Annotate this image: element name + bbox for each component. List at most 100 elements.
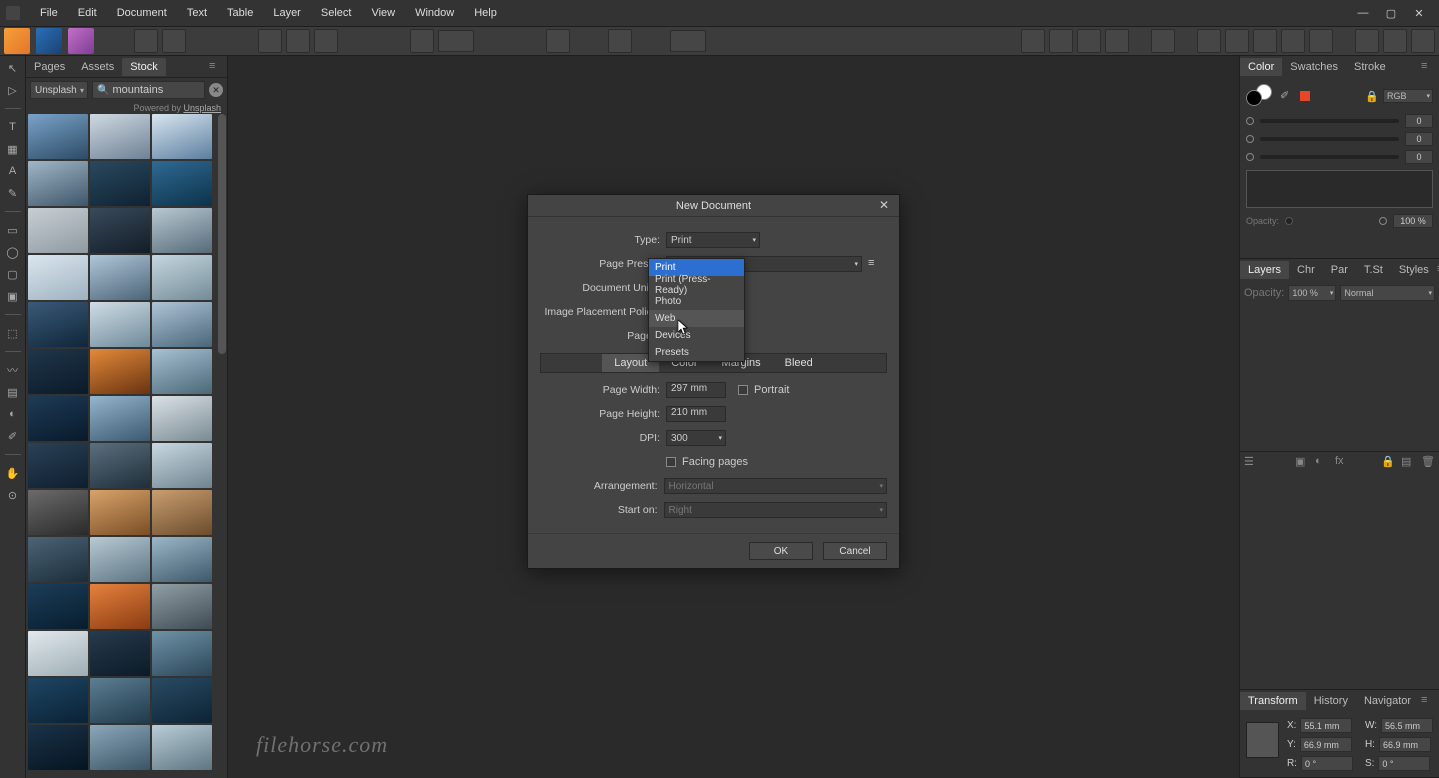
toolbar-button[interactable] xyxy=(286,29,310,53)
stock-thumbnail[interactable] xyxy=(28,725,88,770)
stock-thumbnail[interactable] xyxy=(152,161,212,206)
anchor-selector[interactable] xyxy=(1246,722,1279,758)
page-height-input[interactable]: 210 mm xyxy=(666,406,726,422)
stock-thumbnail[interactable] xyxy=(152,255,212,300)
color-tab-color[interactable]: Color xyxy=(1240,58,1282,76)
dropdown-option[interactable]: Devices xyxy=(649,327,744,344)
menu-edit[interactable]: Edit xyxy=(68,3,107,23)
toolbar-button[interactable] xyxy=(134,29,158,53)
dpi-select[interactable]: 300 xyxy=(666,430,726,446)
stock-thumbnail[interactable] xyxy=(152,725,212,770)
toolbar-button[interactable] xyxy=(1225,29,1249,53)
table-tool-icon[interactable]: ▦ xyxy=(5,141,21,157)
toolbar-button[interactable] xyxy=(1105,29,1129,53)
picture-frame-tool-icon[interactable]: ▣ xyxy=(5,288,21,304)
stock-thumbnail[interactable] xyxy=(28,302,88,347)
dialog-titlebar[interactable]: New Document ✕ xyxy=(528,195,899,217)
stock-thumbnail[interactable] xyxy=(28,490,88,535)
eyedropper-tool-icon[interactable]: ✐ xyxy=(5,428,21,444)
stock-thumbnail[interactable] xyxy=(90,349,150,394)
toolbar-button[interactable] xyxy=(1197,29,1221,53)
maximize-button[interactable]: ▢ xyxy=(1377,4,1405,22)
layer-tab-par[interactable]: Par xyxy=(1323,261,1356,279)
color-value-r[interactable]: 0 xyxy=(1405,114,1433,128)
stock-thumbnail[interactable] xyxy=(90,114,150,159)
menu-table[interactable]: Table xyxy=(217,3,263,23)
mask-icon[interactable]: ▣ xyxy=(1295,455,1309,469)
menu-view[interactable]: View xyxy=(361,3,405,23)
toolbar-combo[interactable] xyxy=(670,30,706,52)
shape-tool-icon[interactable]: ⬚ xyxy=(5,325,21,341)
add-layer-icon[interactable]: ▤ xyxy=(1401,455,1415,469)
stock-thumbnail[interactable] xyxy=(90,161,150,206)
stock-thumbnail[interactable] xyxy=(90,396,150,441)
dialog-tab-bleed[interactable]: Bleed xyxy=(773,354,825,372)
layer-tab-layers[interactable]: Layers xyxy=(1240,261,1289,279)
adjustment-icon[interactable]: ◐ xyxy=(1315,455,1329,469)
menu-document[interactable]: Document xyxy=(107,3,177,23)
dialog-close-button[interactable]: ✕ xyxy=(879,198,893,212)
node-tool-icon[interactable]: ▷ xyxy=(5,82,21,98)
unsplash-link[interactable]: Unsplash xyxy=(183,103,221,113)
stock-thumbnail[interactable] xyxy=(152,678,212,723)
layer-tab-chr[interactable]: Chr xyxy=(1289,261,1323,279)
toolbar-button[interactable] xyxy=(1151,29,1175,53)
layer-opacity-select[interactable]: 100 % xyxy=(1288,285,1336,301)
persona-photo-icon[interactable] xyxy=(68,28,94,54)
stock-thumbnail[interactable] xyxy=(152,114,212,159)
delete-layer-icon[interactable]: 🗑 xyxy=(1421,455,1435,469)
panel-menu-icon[interactable]: ≡ xyxy=(209,60,223,74)
stock-thumbnail[interactable] xyxy=(90,255,150,300)
portrait-checkbox[interactable] xyxy=(738,385,748,395)
color-value-g[interactable]: 0 xyxy=(1405,132,1433,146)
rounded-rect-tool-icon[interactable]: ▢ xyxy=(5,266,21,282)
stock-thumbnail[interactable] xyxy=(152,490,212,535)
color-slider-b[interactable] xyxy=(1260,155,1399,159)
recent-color-swatch[interactable] xyxy=(1300,91,1310,101)
fx-icon[interactable]: fx xyxy=(1335,455,1349,469)
color-model-select[interactable]: RGB xyxy=(1383,89,1433,103)
toolbar-button[interactable] xyxy=(1281,29,1305,53)
transform-tab-transform[interactable]: Transform xyxy=(1240,692,1306,710)
stock-thumbnail[interactable] xyxy=(152,537,212,582)
stock-thumbnail[interactable] xyxy=(28,114,88,159)
zoom-tool-icon[interactable]: ⊙ xyxy=(5,487,21,503)
toolbar-button[interactable] xyxy=(1253,29,1277,53)
stock-thumbnail[interactable] xyxy=(90,490,150,535)
stock-thumbnail[interactable] xyxy=(152,443,212,488)
artistic-text-tool-icon[interactable]: A xyxy=(5,163,21,179)
fill-tool-icon[interactable]: ▤ xyxy=(5,384,21,400)
toolbar-button[interactable] xyxy=(1411,29,1435,53)
toolbar-button[interactable] xyxy=(1309,29,1333,53)
lock-icon[interactable]: 🔒 xyxy=(1365,90,1377,102)
stock-thumbnail[interactable] xyxy=(90,678,150,723)
stock-thumbnail[interactable] xyxy=(28,443,88,488)
clear-search-button[interactable]: ✕ xyxy=(209,83,223,97)
persona-designer-icon[interactable] xyxy=(36,28,62,54)
menu-select[interactable]: Select xyxy=(311,3,362,23)
close-window-button[interactable]: ✕ xyxy=(1405,4,1433,22)
stock-thumbnail[interactable] xyxy=(152,584,212,629)
stock-source-select[interactable]: Unsplash xyxy=(30,81,88,99)
cancel-button[interactable]: Cancel xyxy=(823,542,887,560)
toolbar-button[interactable] xyxy=(1021,29,1045,53)
color-slider-r[interactable] xyxy=(1260,119,1399,123)
stock-thumbnail[interactable] xyxy=(152,302,212,347)
toolbar-button[interactable] xyxy=(258,29,282,53)
transform-y-input[interactable]: 66.9 mm xyxy=(1300,737,1352,752)
stock-thumbnail[interactable] xyxy=(90,584,150,629)
dropdown-option[interactable]: Print (Press-Ready) xyxy=(649,276,744,293)
toolbar-button[interactable] xyxy=(608,29,632,53)
dropdown-option[interactable]: Web xyxy=(649,310,744,327)
toolbar-button[interactable] xyxy=(314,29,338,53)
stock-thumbnail[interactable] xyxy=(90,725,150,770)
pen-tool-icon[interactable]: ✎ xyxy=(5,185,21,201)
toolbar-button[interactable] xyxy=(1077,29,1101,53)
stock-thumbnail[interactable] xyxy=(152,631,212,676)
move-tool-icon[interactable]: ↖ xyxy=(5,60,21,76)
rectangle-tool-icon[interactable]: ▭ xyxy=(5,222,21,238)
vector-brush-tool-icon[interactable]: 〰 xyxy=(5,362,21,378)
type-select[interactable]: Print xyxy=(666,232,760,248)
facing-pages-checkbox[interactable] xyxy=(666,457,676,467)
stock-thumbnail[interactable] xyxy=(28,584,88,629)
